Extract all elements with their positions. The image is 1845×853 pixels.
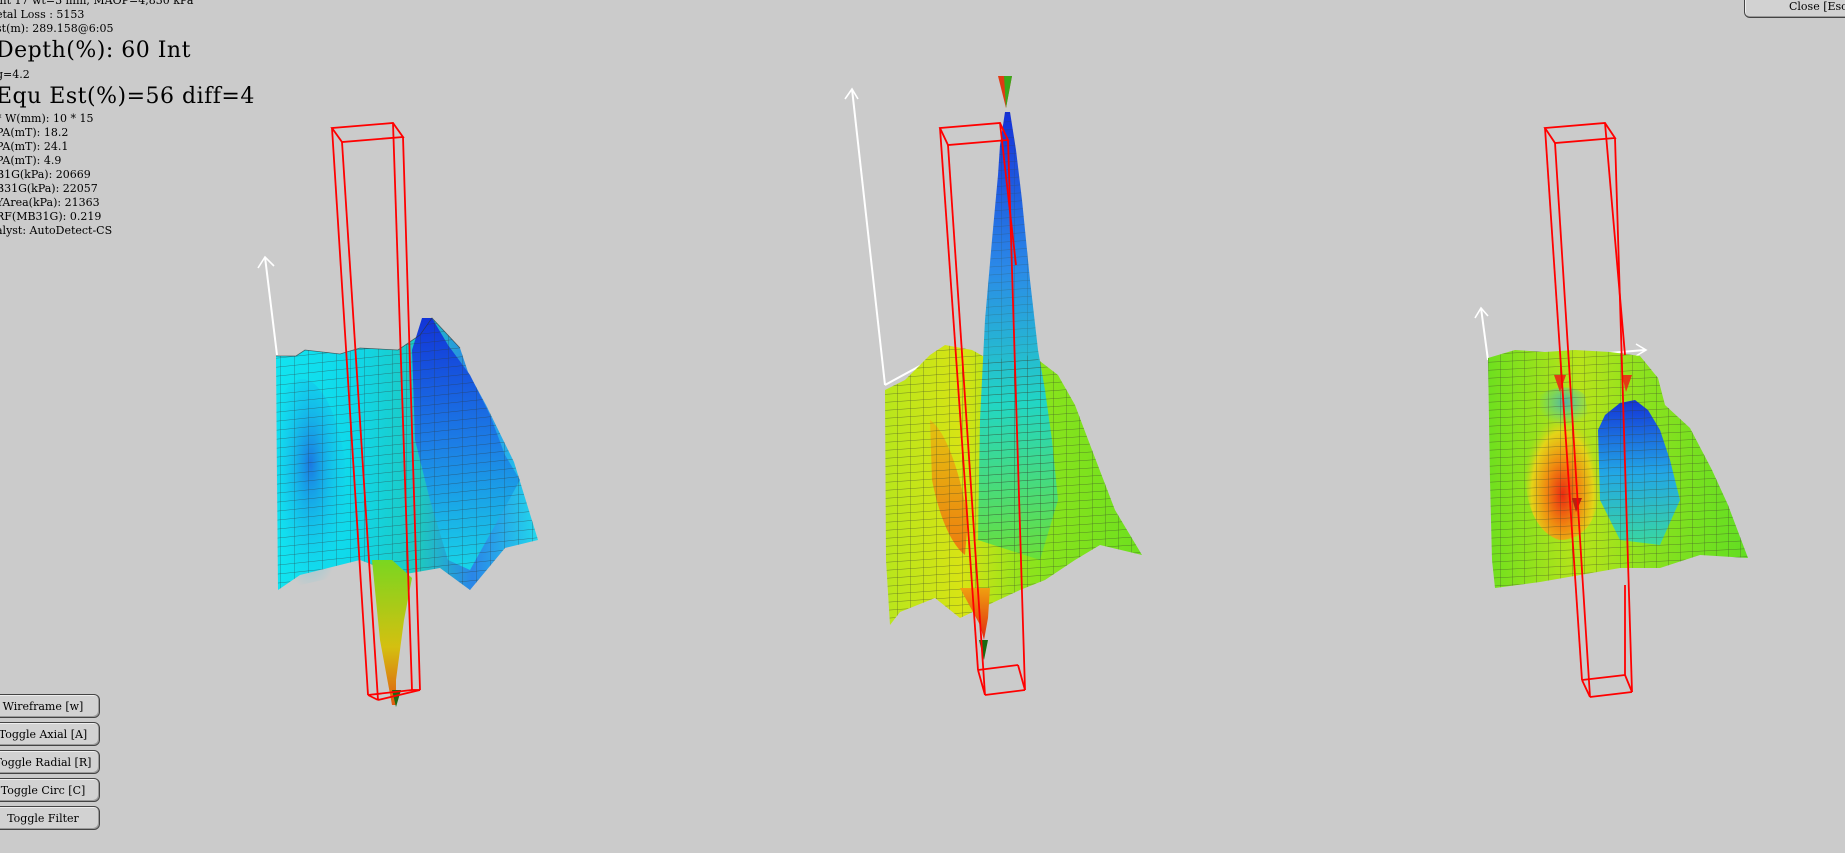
wireframe-button[interactable]: Wireframe [w] xyxy=(0,694,100,718)
toggle-radial-button[interactable]: Toggle Radial [R] xyxy=(0,750,100,774)
circ-surface[interactable] xyxy=(1474,122,1748,698)
toggle-filter-button[interactable]: Toggle Filter xyxy=(0,806,100,830)
depth-spike xyxy=(372,560,412,705)
toggle-circ-button[interactable]: Toggle Circ [C] xyxy=(0,778,100,802)
3d-viewport[interactable] xyxy=(0,0,1845,853)
axis-vertical xyxy=(851,88,886,386)
toggle-axial-button[interactable]: Toggle Axial [A] xyxy=(0,722,100,746)
axial-surface[interactable] xyxy=(257,122,538,707)
axis-vertical xyxy=(264,256,278,356)
close-button[interactable]: Close [Esc] xyxy=(1744,0,1845,18)
radial-surface[interactable] xyxy=(844,76,1142,696)
